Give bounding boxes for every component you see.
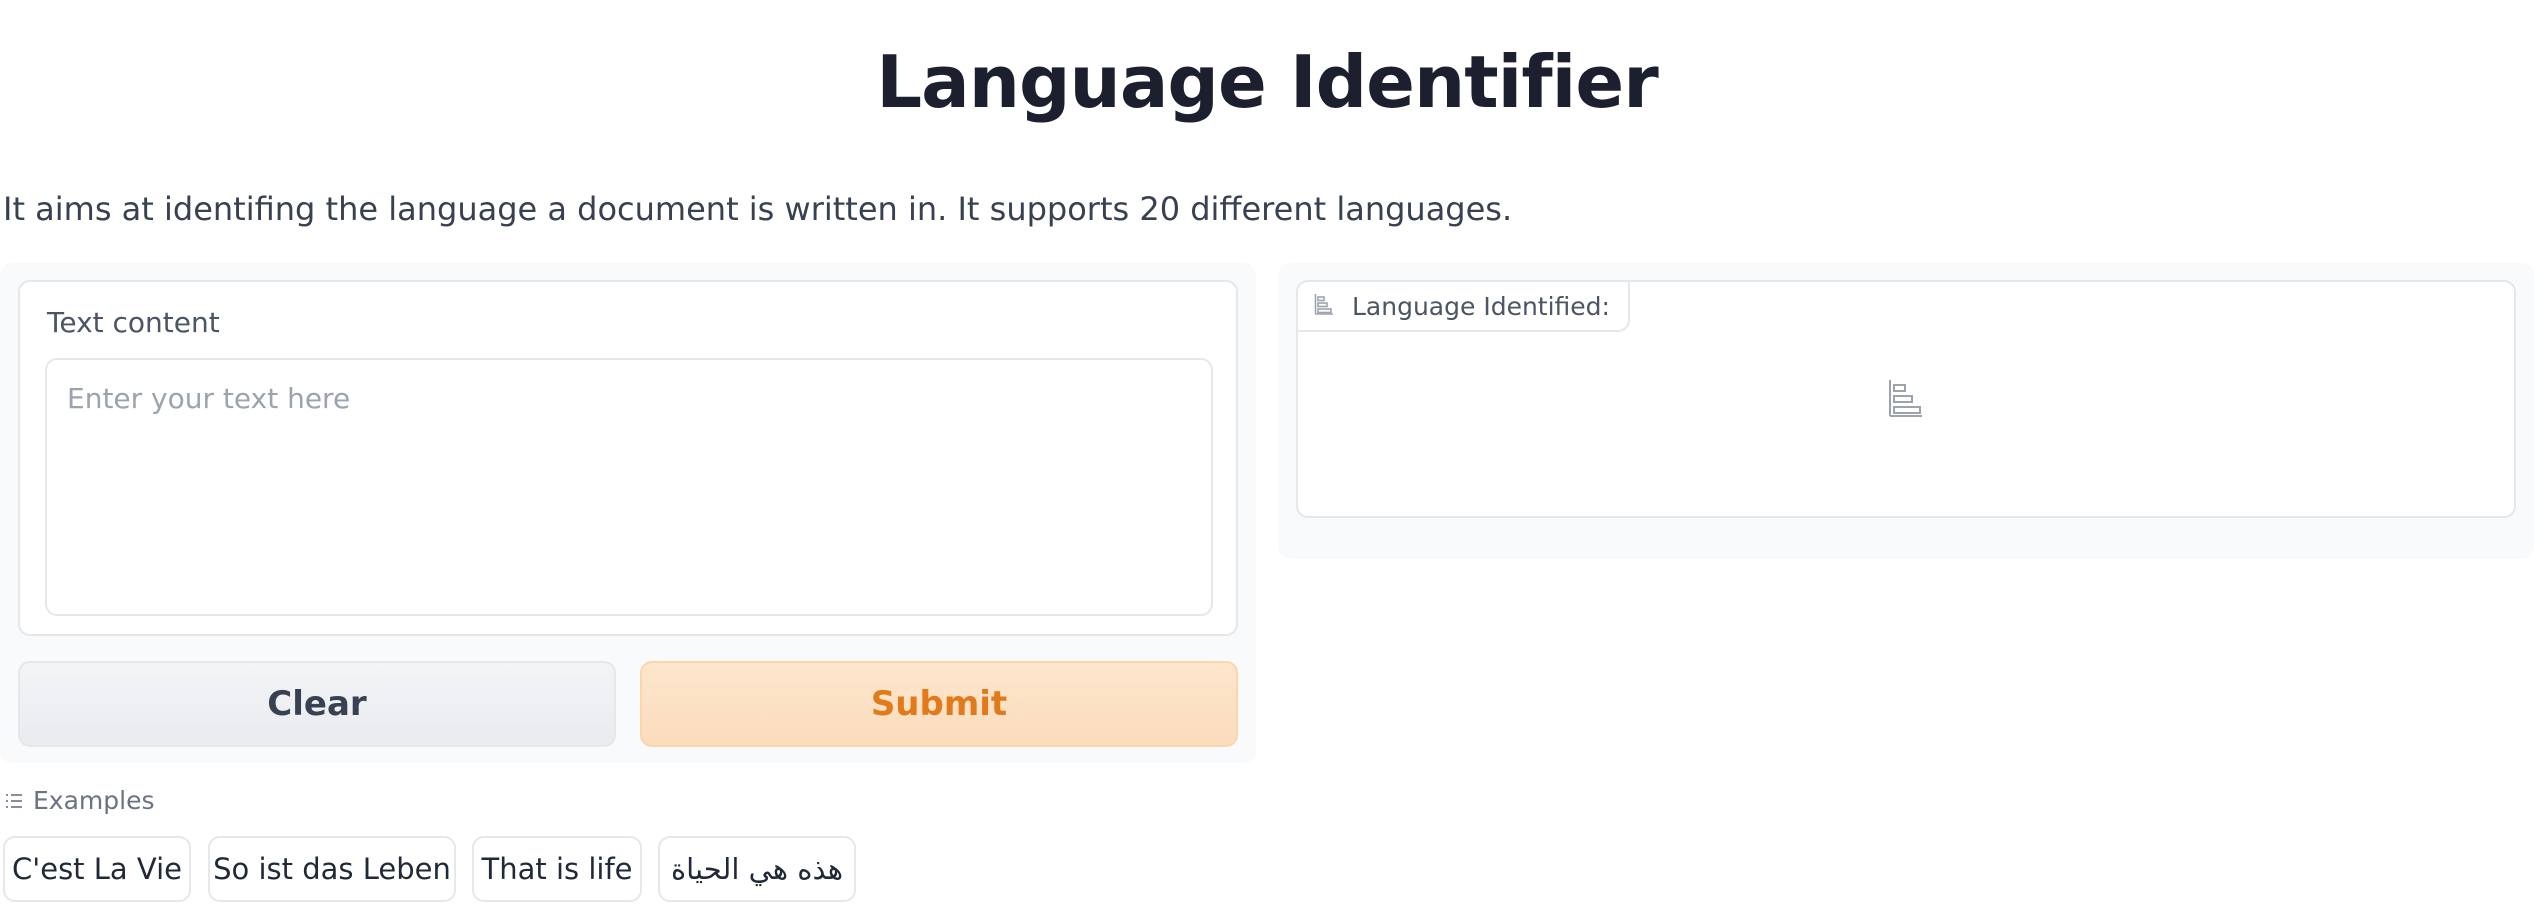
bar-chart-placeholder-icon (1888, 378, 1924, 422)
examples-label: Examples (33, 786, 155, 815)
example-item[interactable]: That is life (472, 836, 642, 902)
list-icon (5, 786, 23, 815)
output-panel: Language Identified: (1278, 263, 2534, 559)
input-panel: Text content Clear Submit (0, 263, 1256, 763)
clear-button[interactable]: Clear (18, 661, 616, 747)
output-label-text: Language Identified: (1352, 291, 1610, 321)
text-input-block: Text content (18, 280, 1238, 636)
bar-chart-icon (1314, 292, 1334, 321)
page: Language Identifier It aims at identifin… (0, 0, 2534, 904)
examples-header: Examples (5, 786, 154, 815)
output-label: Language Identified: (1298, 282, 1630, 332)
text-content-label: Text content (47, 306, 220, 339)
submit-button[interactable]: Submit (640, 661, 1238, 747)
page-description: It aims at identifing the language a doc… (3, 190, 1513, 228)
example-item[interactable]: C'est La Vie (3, 836, 191, 902)
example-item[interactable]: So ist das Leben (208, 836, 456, 902)
language-output-block: Language Identified: (1296, 280, 2516, 518)
example-item[interactable]: هذه هي الحياة (658, 836, 856, 902)
page-title: Language Identifier (876, 40, 1658, 124)
text-content-input[interactable] (45, 358, 1213, 616)
